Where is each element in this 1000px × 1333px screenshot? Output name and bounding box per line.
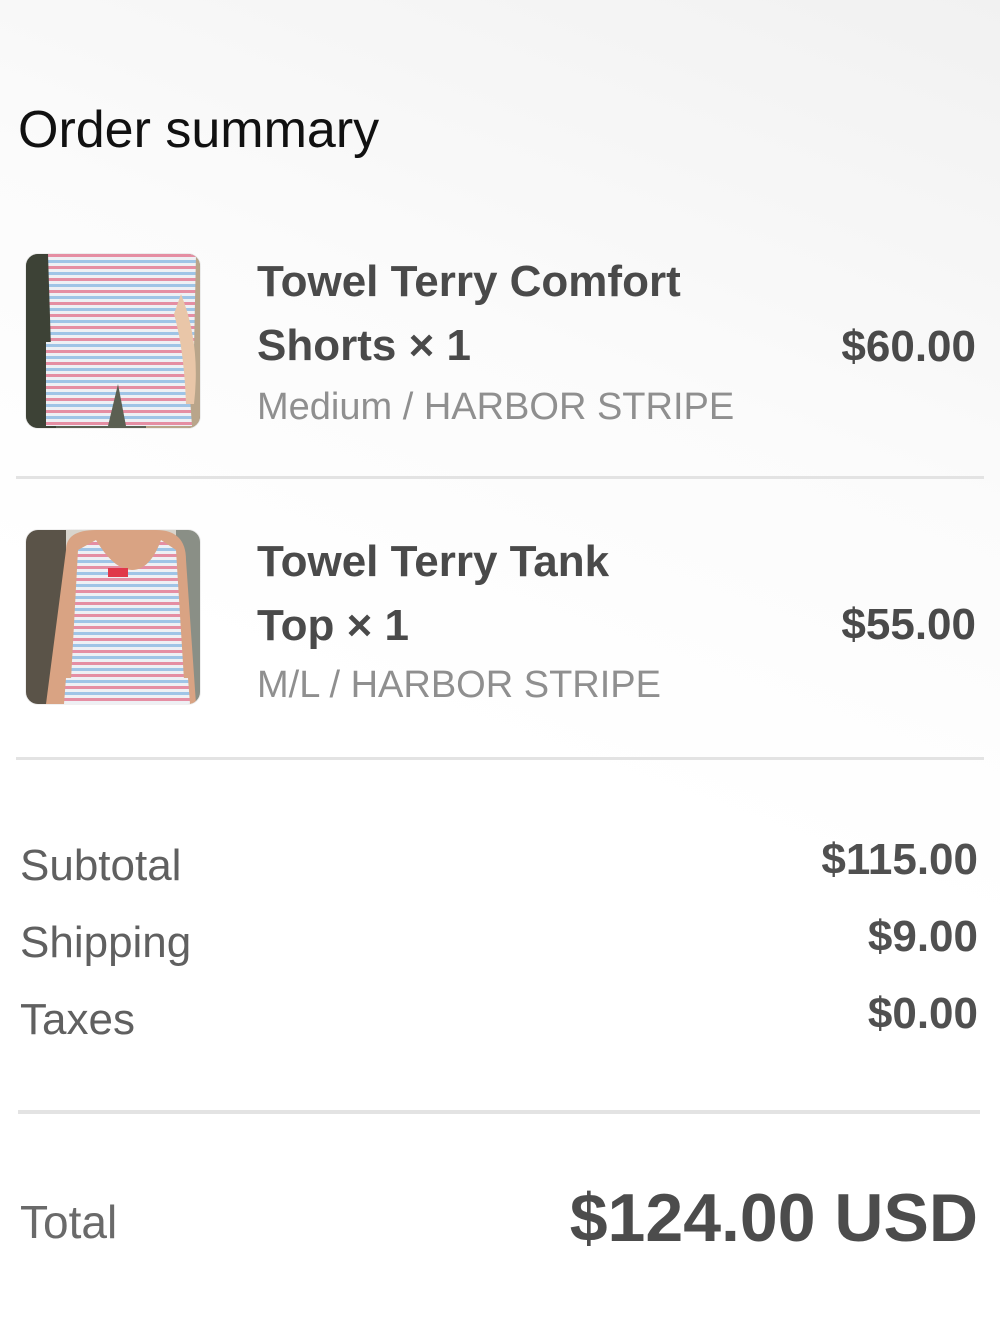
divider bbox=[16, 476, 984, 479]
divider bbox=[18, 1110, 980, 1114]
subtotal-label: Subtotal bbox=[20, 841, 182, 890]
divider bbox=[16, 757, 984, 760]
order-line-item[interactable]: Towel Terry Comfort Shorts × 1 Medium / … bbox=[0, 250, 1000, 430]
product-thumbnail-tank-top bbox=[26, 530, 200, 704]
shipping-label: Shipping bbox=[20, 918, 192, 967]
item-price: $55.00 bbox=[841, 600, 976, 649]
item-variant: Medium / HARBOR STRIPE bbox=[257, 386, 735, 428]
item-price: $60.00 bbox=[841, 322, 976, 371]
shipping-row: Shipping $9.00 bbox=[18, 912, 978, 973]
item-name-line1: Towel Terry Comfort bbox=[257, 257, 681, 306]
subtotal-value: $115.00 bbox=[821, 835, 978, 884]
page-title: Order summary bbox=[18, 101, 380, 159]
total-label: Total bbox=[20, 1196, 118, 1248]
item-name-line2: Shorts × 1 bbox=[257, 321, 471, 370]
order-line-item[interactable]: Towel Terry Tank Top × 1 M/L / HARBOR ST… bbox=[0, 530, 1000, 710]
item-name-line2: Top × 1 bbox=[257, 601, 409, 650]
product-thumbnail-shorts bbox=[26, 254, 200, 428]
shipping-value: $9.00 bbox=[867, 912, 978, 961]
item-variant: M/L / HARBOR STRIPE bbox=[257, 664, 661, 706]
taxes-row: Taxes $0.00 bbox=[18, 989, 978, 1050]
total-value: $124.00 USD bbox=[569, 1180, 978, 1256]
taxes-label: Taxes bbox=[20, 995, 135, 1044]
subtotal-row: Subtotal $115.00 bbox=[18, 835, 978, 896]
taxes-value: $0.00 bbox=[867, 989, 978, 1038]
item-name-line1: Towel Terry Tank bbox=[257, 537, 610, 586]
